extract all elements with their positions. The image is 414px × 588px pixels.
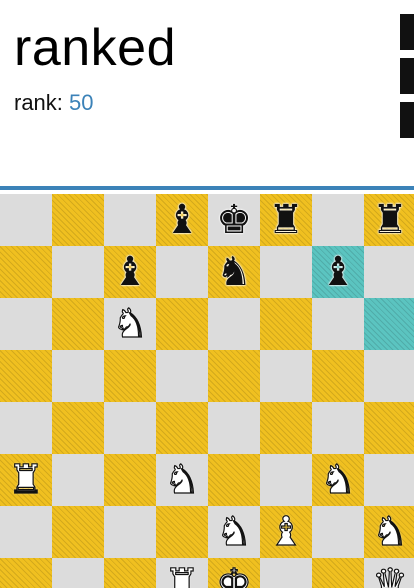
board-square[interactable] (312, 402, 364, 454)
board-square[interactable] (52, 350, 104, 402)
board-square[interactable] (0, 298, 52, 350)
board-square[interactable] (0, 402, 52, 454)
board-square[interactable] (104, 558, 156, 588)
board-square[interactable] (260, 298, 312, 350)
white-rook-icon[interactable]: ♜ (0, 454, 52, 506)
board-square[interactable] (260, 558, 312, 588)
board-square[interactable] (156, 402, 208, 454)
white-knight-icon[interactable]: ♞ (104, 298, 156, 350)
chess-board[interactable]: ♝ ♚ ♜ ♜ ♝ ♞ ♝ ♞ ♜ ♞ ♞ ♞ ♝ ♞ ♜ ♚ ♛ (0, 194, 414, 588)
board-square[interactable] (0, 194, 52, 246)
board-square[interactable] (312, 298, 364, 350)
board-square[interactable] (52, 298, 104, 350)
header: ranked rank: 50 (0, 0, 414, 186)
white-king-icon[interactable]: ♚ (208, 558, 260, 588)
board-square[interactable] (312, 506, 364, 558)
board-square[interactable] (52, 558, 104, 588)
board-square[interactable] (260, 246, 312, 298)
black-king-icon[interactable]: ♚ (208, 194, 260, 246)
board-square[interactable] (208, 298, 260, 350)
board-square[interactable] (208, 454, 260, 506)
board-square[interactable] (312, 194, 364, 246)
board-square[interactable] (364, 454, 414, 506)
black-bishop-icon[interactable]: ♝ (312, 246, 364, 298)
board-square[interactable] (156, 350, 208, 402)
board-square[interactable] (156, 246, 208, 298)
white-queen-icon[interactable]: ♛ (364, 558, 414, 588)
white-rook-icon[interactable]: ♜ (156, 558, 208, 588)
white-knight-icon[interactable]: ♞ (312, 454, 364, 506)
board-square[interactable] (260, 402, 312, 454)
board-square[interactable] (156, 506, 208, 558)
board-square[interactable] (208, 350, 260, 402)
white-knight-icon[interactable]: ♞ (156, 454, 208, 506)
side-menu-tab[interactable] (400, 58, 414, 94)
board-square[interactable] (260, 454, 312, 506)
board-square[interactable] (364, 402, 414, 454)
board-square[interactable] (52, 506, 104, 558)
board-square[interactable] (104, 506, 156, 558)
board-square[interactable] (52, 402, 104, 454)
black-rook-icon[interactable]: ♜ (260, 194, 312, 246)
board-square[interactable] (104, 350, 156, 402)
board-square[interactable] (156, 298, 208, 350)
page-title: ranked (14, 19, 176, 77)
header-divider (0, 186, 414, 190)
black-knight-icon[interactable]: ♞ (208, 246, 260, 298)
board-square[interactable] (364, 350, 414, 402)
board-square[interactable] (0, 558, 52, 588)
white-bishop-icon[interactable]: ♝ (260, 506, 312, 558)
board-square[interactable] (52, 194, 104, 246)
board-square[interactable] (52, 454, 104, 506)
board-square[interactable] (260, 350, 312, 402)
black-bishop-icon[interactable]: ♝ (104, 246, 156, 298)
board-square[interactable] (0, 506, 52, 558)
black-rook-icon[interactable]: ♜ (364, 194, 414, 246)
board-square[interactable] (312, 558, 364, 588)
white-knight-icon[interactable]: ♞ (364, 506, 414, 558)
rank-value: 50 (69, 90, 94, 115)
board-square[interactable] (312, 350, 364, 402)
rank-display: rank: 50 (14, 90, 94, 116)
rank-label: rank: (14, 90, 63, 115)
side-menu-tab[interactable] (400, 102, 414, 138)
board-square[interactable] (364, 298, 414, 350)
board-square[interactable] (364, 246, 414, 298)
board-square[interactable] (104, 454, 156, 506)
board-square[interactable] (0, 246, 52, 298)
board-square[interactable] (0, 350, 52, 402)
board-square[interactable] (208, 402, 260, 454)
board-square[interactable] (104, 194, 156, 246)
black-bishop-icon[interactable]: ♝ (156, 194, 208, 246)
board-square[interactable] (52, 246, 104, 298)
board-square[interactable] (104, 402, 156, 454)
side-menu-tab[interactable] (400, 14, 414, 50)
white-knight-icon[interactable]: ♞ (208, 506, 260, 558)
